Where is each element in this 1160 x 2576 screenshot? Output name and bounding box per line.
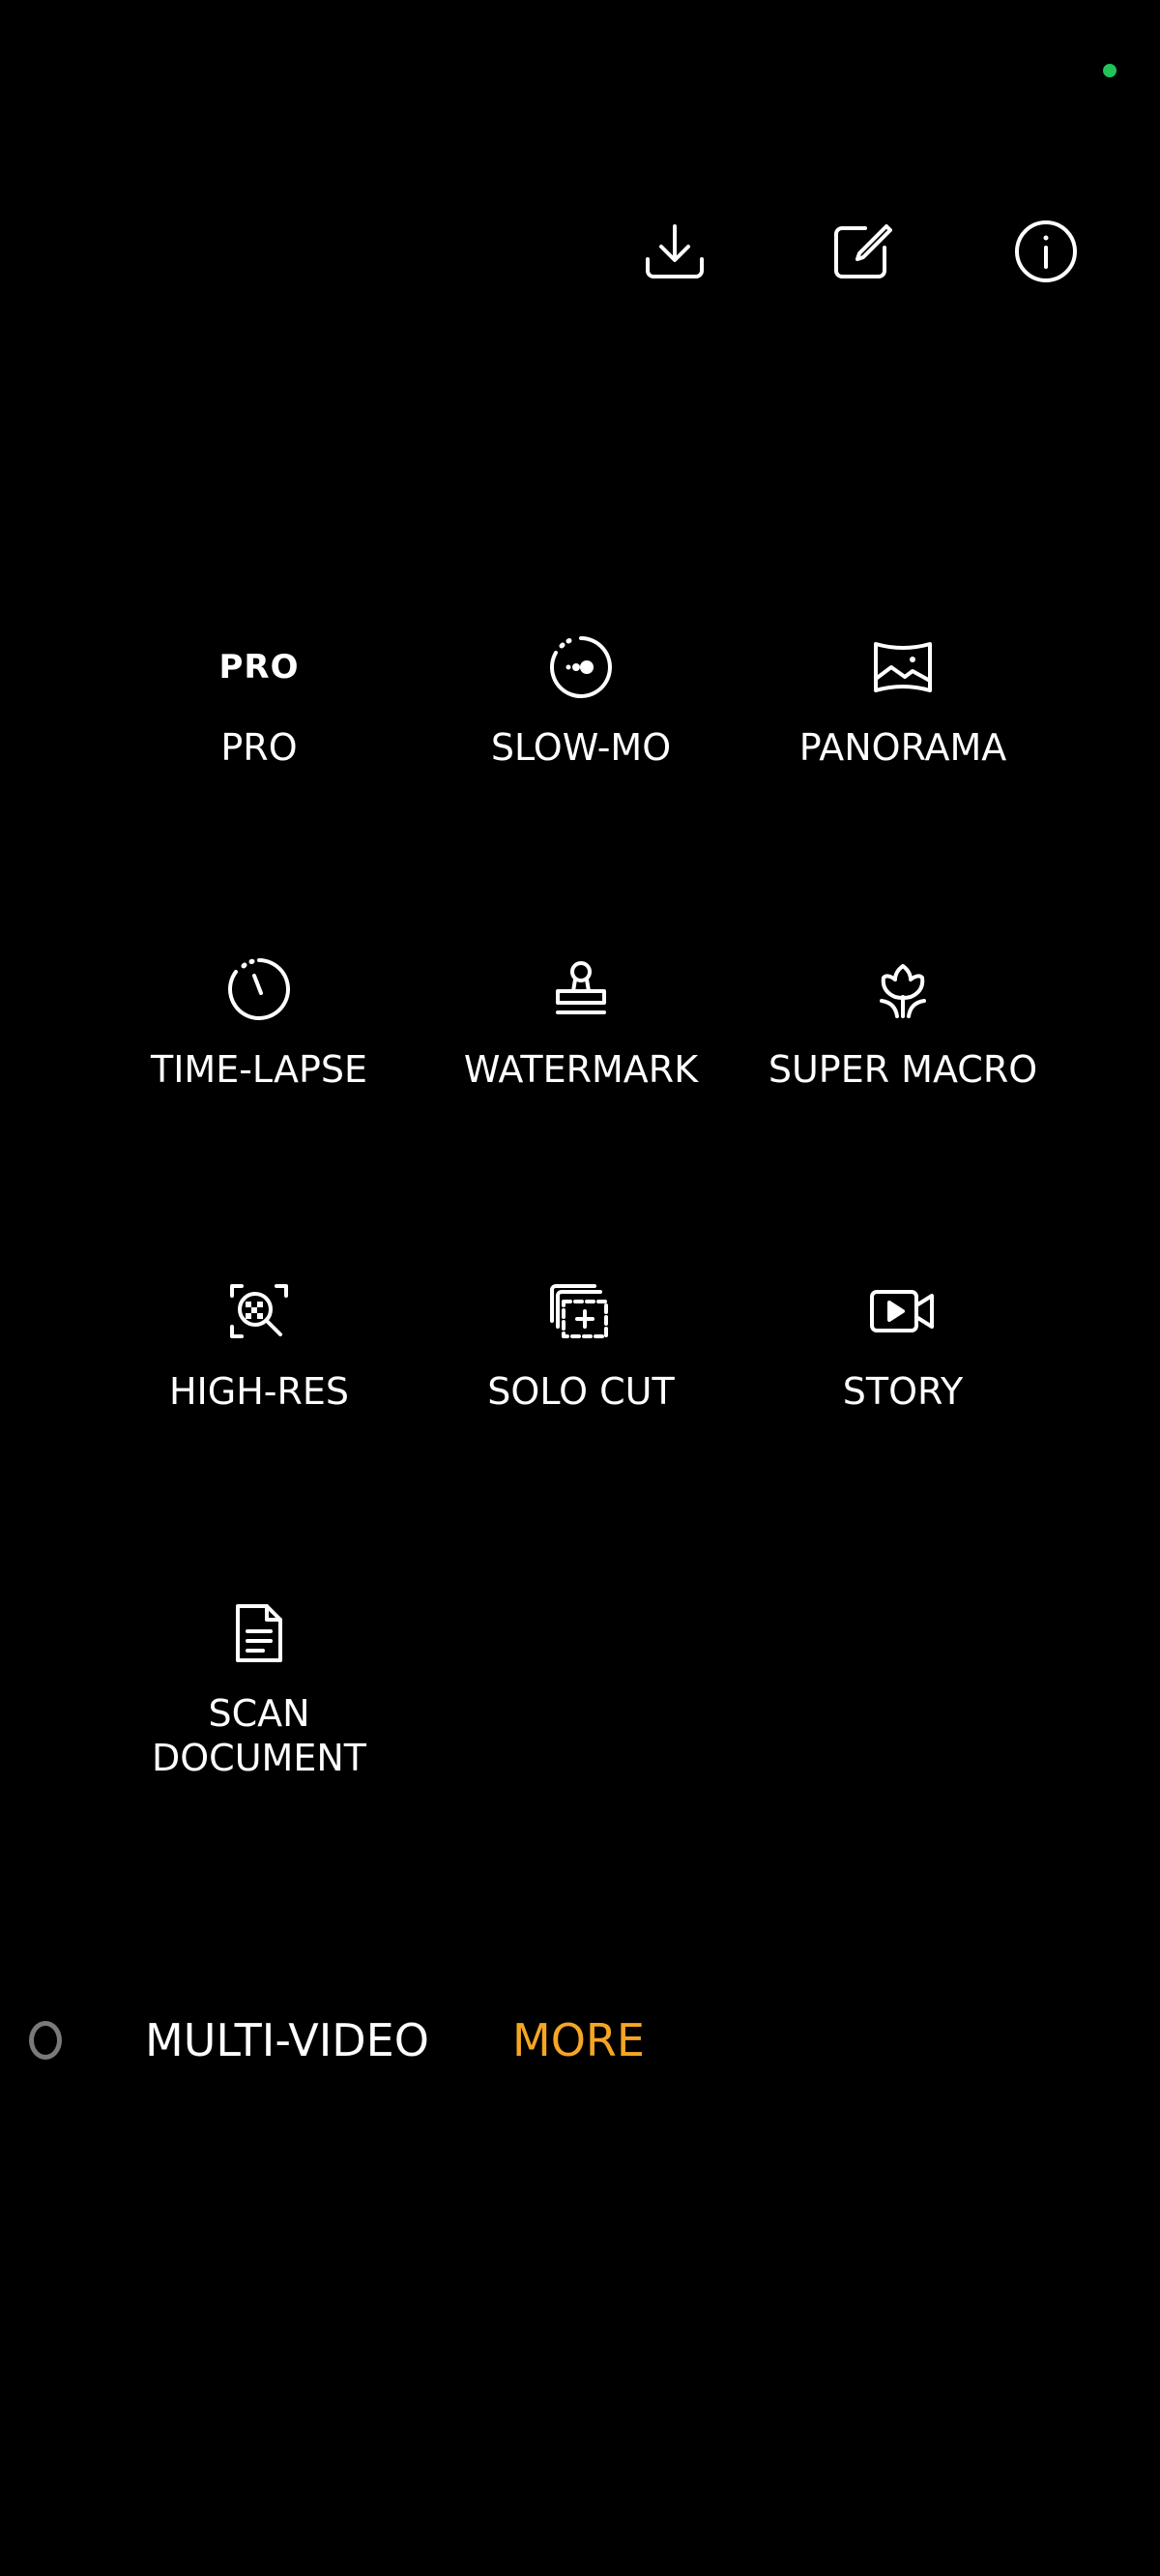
mode-bar-item-more[interactable]: MORE bbox=[512, 2002, 645, 2079]
mode-label: PANORAMA bbox=[798, 726, 1007, 769]
time-lapse-icon bbox=[220, 951, 298, 1028]
mode-tile-super-macro[interactable]: SUPER MACRO bbox=[758, 951, 1048, 1231]
mode-label: TIME-LAPSE bbox=[150, 1048, 367, 1091]
info-icon bbox=[1015, 220, 1077, 282]
info-button[interactable] bbox=[1002, 208, 1089, 295]
mode-tile-slow-mo[interactable]: SLOW-MO bbox=[436, 629, 726, 909]
mode-label: WATERMARK bbox=[463, 1048, 699, 1091]
top-toolbar bbox=[0, 208, 1160, 295]
slow-mo-icon bbox=[542, 629, 620, 706]
panorama-icon bbox=[864, 629, 942, 706]
mode-label: SOLO CUT bbox=[487, 1370, 675, 1413]
mode-label: PRO bbox=[220, 726, 298, 769]
watermark-icon bbox=[542, 951, 620, 1028]
mode-tile-pro[interactable]: PRO PRO bbox=[114, 629, 404, 909]
document-icon bbox=[220, 1595, 298, 1672]
download-button[interactable] bbox=[631, 208, 718, 295]
mode-label: STORY bbox=[842, 1370, 964, 1413]
solo-cut-icon bbox=[542, 1273, 620, 1350]
mode-bar-partial-glyph bbox=[29, 2021, 62, 2060]
edit-icon bbox=[834, 224, 892, 278]
mode-bar-item-multi-video[interactable]: MULTI-VIDEO bbox=[145, 2002, 429, 2079]
mode-tile-panorama[interactable]: PANORAMA bbox=[758, 629, 1048, 909]
mode-label: SLOW-MO bbox=[490, 726, 672, 769]
status-indicator-dot bbox=[1103, 64, 1116, 77]
edit-button[interactable] bbox=[818, 208, 905, 295]
story-icon bbox=[864, 1273, 942, 1350]
download-icon bbox=[646, 224, 704, 278]
mode-tile-solo-cut[interactable]: SOLO CUT bbox=[436, 1273, 726, 1553]
flower-icon bbox=[864, 951, 942, 1028]
mode-tile-story[interactable]: STORY bbox=[758, 1273, 1048, 1553]
mode-label: HIGH-RES bbox=[168, 1370, 350, 1413]
camera-mode-bar: MULTI-VIDEO MORE bbox=[0, 2002, 1160, 2079]
mode-tile-watermark[interactable]: WATERMARK bbox=[436, 951, 726, 1231]
high-res-icon bbox=[220, 1273, 298, 1350]
pro-icon: PRO bbox=[218, 648, 300, 687]
mode-tile-high-res[interactable]: HIGH-RES bbox=[114, 1273, 404, 1553]
mode-tile-scan-document[interactable]: SCAN DOCUMENT bbox=[114, 1595, 404, 1875]
mode-label: SUPER MACRO bbox=[768, 1048, 1038, 1091]
mode-label: SCAN DOCUMENT bbox=[152, 1692, 366, 1779]
mode-tile-time-lapse[interactable]: TIME-LAPSE bbox=[114, 951, 404, 1231]
